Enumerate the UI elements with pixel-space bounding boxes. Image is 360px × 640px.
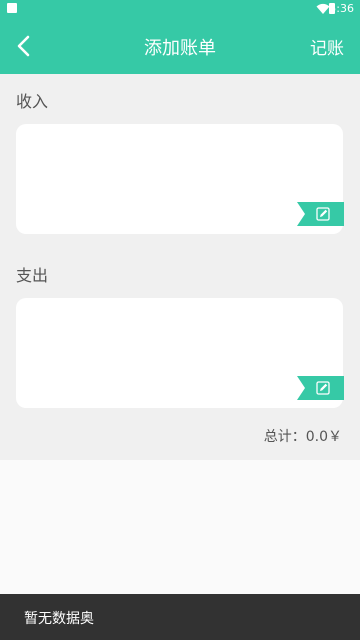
toast-message: 暂无数据奥 (24, 611, 94, 627)
page-title: 添加账单 (144, 38, 216, 59)
toast: 暂无数据奥 (0, 594, 360, 640)
edit-icon (316, 381, 330, 395)
record-button[interactable]: 记账 (310, 34, 344, 59)
edit-icon (316, 207, 330, 221)
income-label: 收入 (16, 92, 49, 111)
status-bar: 5:36 (0, 0, 360, 18)
total-amount: 总计：0.0￥ (263, 429, 342, 445)
expense-edit-button[interactable] (297, 376, 344, 400)
wifi-icon (316, 3, 330, 14)
app-bar: 添加账单 记账 (0, 18, 360, 74)
income-edit-button[interactable] (297, 202, 344, 226)
expense-label: 支出 (16, 266, 49, 285)
expense-card[interactable] (16, 298, 344, 408)
notification-icon (7, 3, 17, 13)
bill-form: 收入 支出 总计：0.0￥ (0, 74, 360, 460)
status-time: 5:36 (329, 2, 354, 15)
income-card[interactable] (16, 124, 344, 234)
